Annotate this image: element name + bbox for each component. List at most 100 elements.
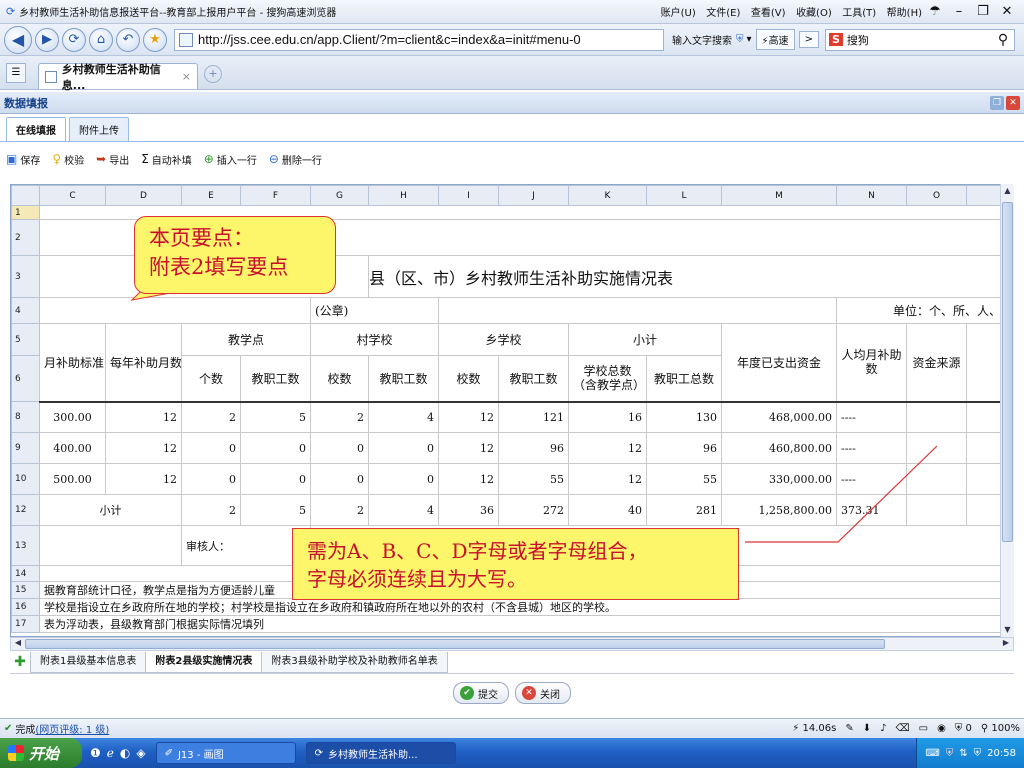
cell-ts-staff[interactable]: 96 (498, 432, 569, 464)
refresh-button[interactable]: ⟳ (62, 27, 86, 52)
save-button[interactable]: ▣ 保存 (6, 152, 40, 167)
submit-button[interactable]: ✔ 提交 (453, 682, 509, 704)
panel-close-icon[interactable]: ✕ (1006, 95, 1020, 110)
cell-ts-staff[interactable]: 121 (498, 400, 569, 433)
sheet-cell[interactable] (39, 525, 182, 566)
tray-shield-icon[interactable]: ⛨ (974, 748, 982, 759)
volume-icon[interactable]: ♪ (880, 723, 886, 734)
sheet-title[interactable]: 县（区、市）乡村教师生活补助实施情况表 (368, 255, 1013, 298)
ie-icon[interactable]: ℯ (107, 746, 114, 760)
shell-icon[interactable]: ◈ (136, 746, 145, 760)
cell-fund-source[interactable] (906, 463, 967, 495)
network-icon[interactable]: ⇅ (959, 748, 967, 759)
menu-account[interactable]: 账户(U) (661, 8, 696, 19)
cell-total-schools[interactable]: 12 (568, 432, 647, 464)
cell-fund-source[interactable] (906, 432, 967, 464)
column-header[interactable]: F (240, 185, 311, 206)
cell-tp-count[interactable]: 2 (181, 494, 241, 526)
cell-ts-schools[interactable]: 12 (438, 400, 499, 433)
insert-row-button[interactable]: ⊕ 插入一行 (204, 152, 257, 167)
header-vs-staff[interactable]: 教职工数 (368, 355, 439, 402)
scroll-down-icon[interactable]: ▼ (1001, 623, 1014, 637)
header-per-capita[interactable]: 人均月补助数 (836, 323, 907, 402)
scroll-right-icon[interactable]: ▶ (999, 638, 1013, 650)
cell-spent[interactable]: 330,000.00 (721, 463, 837, 495)
row-header[interactable]: 16 (11, 598, 40, 616)
header-ts-schools[interactable]: 校数 (438, 355, 499, 402)
search-hint[interactable]: 输入文字搜索 (672, 32, 732, 47)
sidebar-toggle-icon[interactable]: ☰ (6, 63, 26, 83)
maximize-button[interactable]: ❐ (972, 4, 994, 19)
cell-std[interactable]: 300.00 (39, 400, 106, 433)
keyboard-icon[interactable]: ⌨ (925, 748, 939, 759)
column-header[interactable]: O (906, 185, 967, 206)
cell-per-capita[interactable]: ---- (836, 400, 907, 433)
row-header[interactable]: 1 (11, 205, 40, 220)
minimize-button[interactable]: – (948, 4, 970, 19)
cell-per-capita[interactable]: ---- (836, 432, 907, 464)
header-total-schools[interactable]: 学校总数（含教学点） (568, 355, 647, 402)
cell-total-label[interactable]: 小计 (39, 494, 182, 526)
cell-vs-staff[interactable]: 4 (368, 494, 439, 526)
cell-tp-staff[interactable]: 5 (240, 400, 311, 433)
cell-tp-staff[interactable]: 0 (240, 463, 311, 495)
cell-total-staff[interactable]: 130 (646, 400, 722, 433)
download-icon[interactable]: ⬇ (863, 723, 871, 734)
cell-per-capita[interactable]: 373.31 (836, 494, 907, 526)
cell-std[interactable]: 500.00 (39, 463, 106, 495)
search-box[interactable]: S 搜狗 ⚲ (824, 28, 1015, 51)
skin-icon[interactable]: ☂ (924, 4, 946, 19)
cell-total-schools[interactable]: 40 (568, 494, 647, 526)
close-window-button[interactable]: ✕ (996, 4, 1018, 19)
shield-icon[interactable]: ⛨ (736, 34, 744, 45)
forward-button[interactable]: ▶ (35, 27, 59, 52)
sheet-cell[interactable] (438, 297, 837, 324)
row-header[interactable]: 9 (11, 432, 40, 464)
cell-ts-staff[interactable]: 55 (498, 463, 569, 495)
cell-vs-schools[interactable]: 0 (310, 463, 369, 495)
new-tab-button[interactable]: + (204, 65, 222, 83)
cell-spent[interactable]: 468,000.00 (721, 400, 837, 433)
column-header[interactable]: K (568, 185, 647, 206)
header-tp-count[interactable]: 个数 (181, 355, 241, 402)
cell-fund-source[interactable] (906, 494, 967, 526)
unit-cell[interactable]: 单位：个、所、人、元 (836, 297, 1013, 324)
cell-vs-schools[interactable]: 0 (310, 432, 369, 464)
header-annual-spent[interactable]: 年度已支出资金 (721, 323, 837, 402)
sheet-tab-county-info[interactable]: 附表1县级基本信息表 (30, 652, 147, 673)
header-town-school[interactable]: 乡学校 (438, 323, 569, 356)
cell-vs-schools[interactable]: 2 (310, 494, 369, 526)
menu-file[interactable]: 文件(E) (706, 8, 740, 19)
column-header[interactable]: M (721, 185, 837, 206)
cell-total-staff[interactable]: 96 (646, 432, 722, 464)
eye-icon[interactable]: ◉ (937, 723, 946, 734)
favorite-star-button[interactable]: ★ (143, 27, 167, 52)
header-monthly-standard[interactable]: 月补助标准 (39, 323, 106, 402)
vertical-scroll-thumb[interactable] (1002, 202, 1013, 542)
cell-tp-staff[interactable]: 5 (240, 494, 311, 526)
cell-vs-staff[interactable]: 0 (368, 463, 439, 495)
export-button[interactable]: ➥ 导出 (96, 152, 129, 167)
cell-months[interactable]: 12 (105, 400, 182, 433)
column-header[interactable]: N (836, 185, 907, 206)
cell-vs-schools[interactable]: 2 (310, 400, 369, 433)
cell-std[interactable]: 400.00 (39, 432, 106, 464)
sheet-cell[interactable] (39, 297, 311, 324)
cell-tp-staff[interactable]: 0 (240, 432, 311, 464)
cell-per-capita[interactable]: ---- (836, 463, 907, 495)
back-button[interactable]: ◀ (4, 25, 32, 54)
column-header[interactable]: C (39, 185, 106, 206)
corner-cell[interactable] (11, 185, 40, 206)
cell-total-schools[interactable]: 16 (568, 400, 647, 433)
column-header[interactable]: I (438, 185, 499, 206)
cell-total-staff[interactable]: 281 (646, 494, 722, 526)
row-header[interactable]: 10 (11, 463, 40, 495)
start-button[interactable]: 开始 (0, 738, 82, 768)
column-header[interactable]: E (181, 185, 241, 206)
delete-row-button[interactable]: ⊖ 删除一行 (269, 152, 322, 167)
header-tp-staff[interactable]: 教职工数 (240, 355, 311, 402)
trash-icon[interactable]: ⌫ (896, 723, 910, 734)
column-header[interactable]: D (105, 185, 182, 206)
seal-cell[interactable]: (公章) (310, 297, 439, 324)
row-header[interactable]: 15 (11, 581, 40, 599)
